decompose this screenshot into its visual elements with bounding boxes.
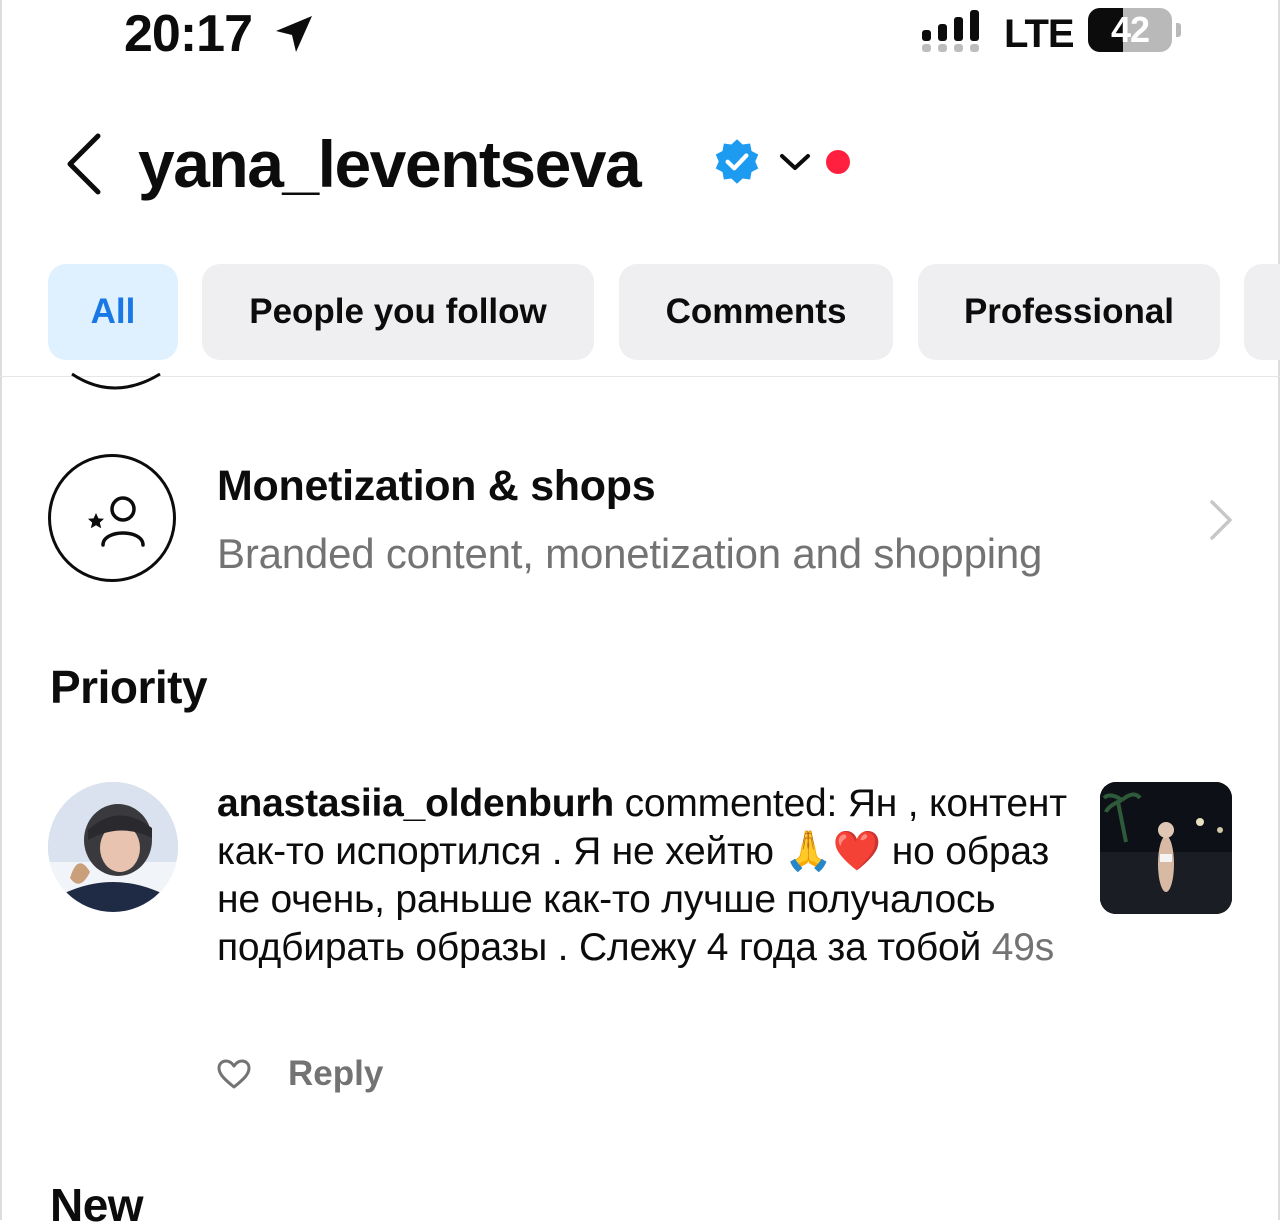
priority-heading: Priority [50, 661, 208, 713]
chevron-left-icon[interactable] [58, 128, 114, 200]
chevron-right-icon[interactable] [1204, 496, 1238, 544]
battery-percent: 42 [1110, 9, 1150, 50]
chip-all[interactable]: All [48, 264, 178, 360]
battery-icon: 42 [1088, 8, 1181, 54]
frame-left-edge [0, 0, 2, 1220]
comment-time: 49s [991, 926, 1055, 969]
avatar-image [48, 782, 178, 912]
heart-icon[interactable] [216, 1058, 252, 1090]
location-arrow-icon [276, 16, 312, 52]
verified-badge-icon [715, 139, 759, 184]
signal-icon [922, 10, 979, 52]
post-thumbnail-image [1100, 782, 1232, 914]
comment-text: anastasiia_oldenburh commented: Ян , кон… [217, 780, 1067, 972]
monetization-subtitle: Branded content, monetization and shoppi… [217, 530, 1043, 577]
chip-comments[interactable]: Comments [619, 264, 893, 360]
network-type: LTE [1004, 12, 1075, 56]
person-star-glyph [88, 496, 145, 547]
status-time: 20:17 [124, 5, 253, 63]
chevron-down-icon[interactable] [778, 150, 812, 174]
monetization-title[interactable]: Monetization & shops [217, 462, 656, 511]
cutoff-icon-circle [71, 372, 161, 390]
comment-emoji: 🙏❤️ [784, 830, 882, 873]
chip-more[interactable] [1244, 264, 1280, 360]
comment-username[interactable]: anastasiia_oldenburh [217, 782, 614, 825]
reply-button[interactable]: Reply [288, 1054, 383, 1094]
new-heading: New [50, 1179, 144, 1231]
battery-tip [1176, 23, 1181, 37]
chip-people-you-follow[interactable]: People you follow [202, 264, 594, 360]
notification-dot [826, 150, 850, 174]
person-star-icon[interactable] [48, 454, 176, 582]
avatar[interactable] [48, 782, 178, 912]
divider [0, 376, 1280, 377]
account-name[interactable]: yana_leventseva [138, 124, 642, 204]
post-thumbnail[interactable] [1100, 782, 1232, 914]
chip-professional[interactable]: Professional [918, 264, 1220, 360]
